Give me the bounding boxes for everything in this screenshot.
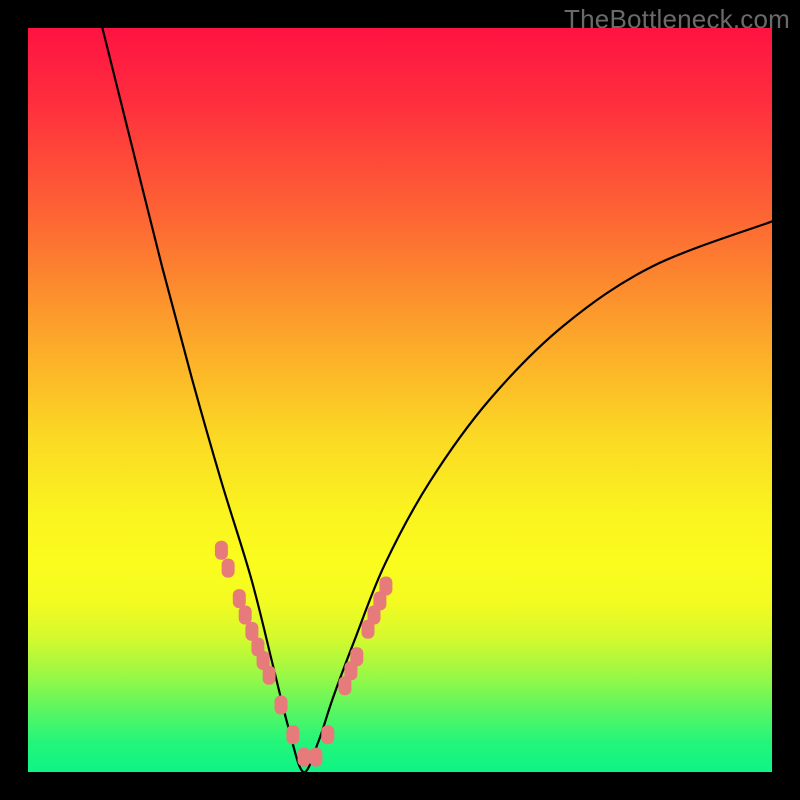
plot-area <box>28 28 772 772</box>
curve-svg <box>28 28 772 772</box>
chart-frame: TheBottleneck.com <box>0 0 800 800</box>
bottleneck-curve <box>102 28 772 772</box>
bead-markers <box>215 541 393 767</box>
